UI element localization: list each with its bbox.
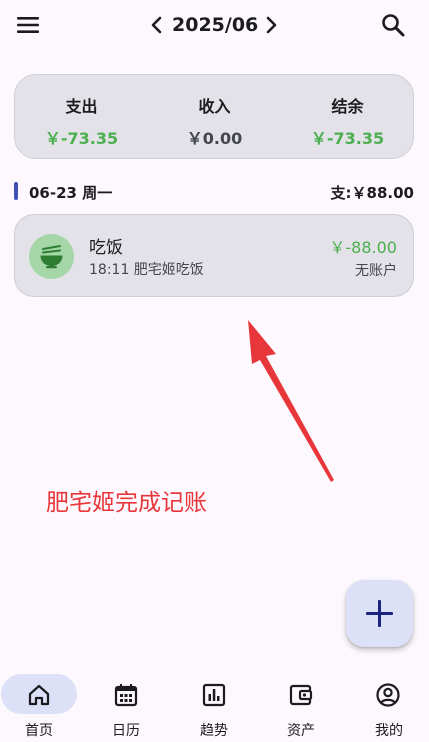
nav-label-home: 首页	[25, 723, 53, 739]
nav-label-trends: 趋势	[200, 723, 228, 739]
nav-item-trends[interactable]: 趋势	[170, 664, 256, 742]
search-icon[interactable]	[378, 10, 408, 40]
income-value: ￥0.00	[186, 129, 243, 148]
account-icon	[375, 682, 401, 708]
transaction-item[interactable]: 吃饭 18:11 肥宅姬吃饭 ￥-88.00 无账户	[14, 214, 414, 297]
day-accent-bar	[14, 182, 18, 200]
chevron-left-icon[interactable]	[146, 14, 168, 36]
transaction-account: 无账户	[355, 263, 397, 279]
income-summary: 收入 ￥0.00	[148, 93, 281, 149]
top-app-bar: 2025/06	[0, 0, 429, 52]
day-date-label: 06-23 周一	[29, 184, 113, 202]
balance-label: 结余	[331, 97, 364, 116]
nav-label-calendar: 日历	[112, 723, 140, 739]
day-total-label: 支:￥88.00	[330, 184, 414, 202]
annotation-arrow	[240, 318, 340, 484]
transaction-amount: ￥-88.00	[329, 238, 397, 257]
bottom-navigation: 首页 日历 趋势 资产 我的	[0, 664, 429, 742]
month-navigator: 2025/06	[146, 10, 286, 40]
income-label: 收入	[198, 97, 231, 116]
expense-label: 支出	[65, 97, 98, 116]
rice-bowl-icon	[29, 234, 74, 279]
plus-icon	[366, 600, 393, 627]
menu-icon[interactable]	[14, 12, 44, 38]
calendar-icon	[113, 682, 139, 708]
home-icon	[26, 682, 52, 708]
month-summary-card: 支出 ￥-73.35 收入 ￥0.00 结余 ￥-73.35	[14, 74, 414, 159]
bar-chart-icon	[201, 682, 227, 708]
expense-value: ￥-73.35	[44, 129, 119, 148]
balance-summary: 结余 ￥-73.35	[281, 93, 414, 149]
annotation-caption: 肥宅姬完成记账	[46, 490, 207, 516]
month-label[interactable]: 2025/06	[172, 14, 258, 36]
wallet-icon	[288, 682, 314, 708]
transaction-detail: 18:11 肥宅姬吃饭	[89, 262, 204, 278]
transaction-category: 吃饭	[89, 238, 123, 258]
chevron-right-icon[interactable]	[260, 14, 282, 36]
expense-summary: 支出 ￥-73.35	[15, 93, 148, 149]
nav-item-home[interactable]: 首页	[0, 664, 86, 742]
nav-item-calendar[interactable]: 日历	[83, 664, 169, 742]
nav-label-profile: 我的	[375, 723, 403, 739]
day-group-header: 06-23 周一 支:￥88.00	[14, 181, 414, 203]
balance-value: ￥-73.35	[310, 129, 385, 148]
nav-item-assets[interactable]: 资产	[258, 664, 344, 742]
nav-item-profile[interactable]: 我的	[343, 664, 429, 742]
nav-label-assets: 资产	[287, 723, 315, 739]
add-record-button[interactable]	[346, 580, 413, 647]
